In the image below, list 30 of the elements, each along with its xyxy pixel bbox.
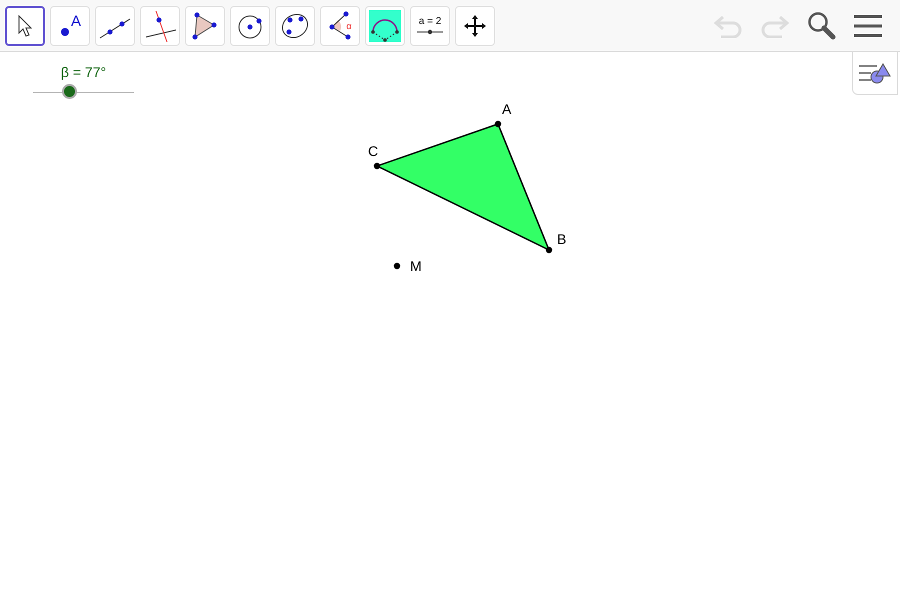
tool-button[interactable]: A [50,6,90,46]
point-label: C [368,143,378,159]
slider-label: β = 77° [60,64,106,80]
point-label: M [410,258,422,274]
move-arrows-icon [463,14,487,38]
menu-icon [854,14,882,38]
slider-tool-label: a = 2 [418,16,442,27]
arrow-cursor-icon [17,14,33,38]
perpendicular-line-icon [143,8,177,42]
point-label: A [70,13,81,30]
point[interactable] [546,246,552,254]
tool-button[interactable]: a = 2 [410,6,450,46]
graphics-style-icon [859,62,891,84]
slider-thumb[interactable] [62,84,78,99]
style-bar-button[interactable] [852,52,898,95]
point[interactable] [494,120,502,128]
undo-icon [713,14,743,38]
point-label: B [557,231,566,247]
point-icon [58,26,71,38]
angle-icon [328,10,352,40]
tool-button[interactable] [5,6,45,46]
tool-button[interactable]: α [320,6,360,46]
point[interactable] [394,262,400,270]
search-icon [807,10,837,40]
point-label: A [502,101,512,117]
redo-icon [760,14,790,38]
angle-label: α [346,20,352,30]
slider-icon [417,29,443,35]
point[interactable] [374,162,380,170]
triangle-icon [192,10,218,40]
